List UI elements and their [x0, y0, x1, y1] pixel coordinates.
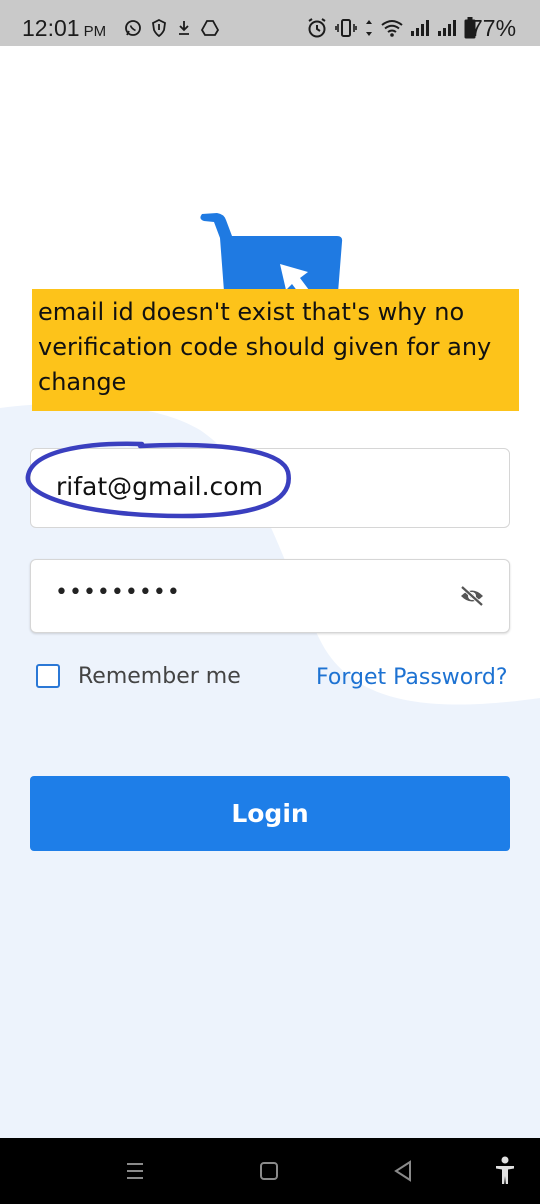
whatsapp-icon: [125, 20, 141, 36]
remember-me-label[interactable]: Remember me: [78, 664, 241, 689]
signal-icon: [438, 20, 456, 36]
login-button-label: Login: [231, 799, 309, 828]
login-screen: 12:01 PM 77% email id doesn't exist that'…: [0, 0, 540, 1204]
vibrate-icon: [335, 19, 357, 37]
email-value: rifat@gmail.com: [56, 472, 263, 501]
password-value: •••••••••: [55, 580, 181, 605]
login-button[interactable]: Login: [30, 776, 510, 851]
email-field[interactable]: rifat@gmail.com: [30, 448, 510, 528]
status-time: 12:01 PM: [22, 14, 106, 46]
status-icons-right: [306, 17, 476, 39]
wifi-icon: [381, 20, 403, 37]
annotation-note: email id doesn't exist that's why no ver…: [32, 289, 519, 411]
shield-icon: [152, 19, 166, 37]
password-field[interactable]: •••••••••: [30, 559, 510, 633]
status-icons-left: [124, 19, 219, 37]
home-icon[interactable]: [259, 1161, 279, 1181]
forgot-password-link[interactable]: Forget Password?: [316, 665, 508, 690]
recents-icon[interactable]: [125, 1161, 145, 1181]
accessibility-icon[interactable]: [494, 1156, 516, 1186]
drive-icon: [201, 20, 219, 36]
status-time-text: 12:01: [22, 15, 80, 41]
download-icon: [179, 21, 189, 35]
data-arrows-icon: [366, 20, 372, 36]
battery-percentage: 77%: [470, 15, 517, 41]
alarm-icon: [308, 18, 326, 38]
signal-icon: [411, 20, 429, 36]
eye-off-icon[interactable]: [459, 585, 485, 607]
status-bar: 12:01 PM 77%: [0, 0, 540, 46]
status-ampm: PM: [83, 23, 107, 40]
system-nav-bar: [0, 1138, 540, 1204]
back-icon[interactable]: [393, 1160, 413, 1182]
remember-me-checkbox[interactable]: [36, 664, 60, 688]
